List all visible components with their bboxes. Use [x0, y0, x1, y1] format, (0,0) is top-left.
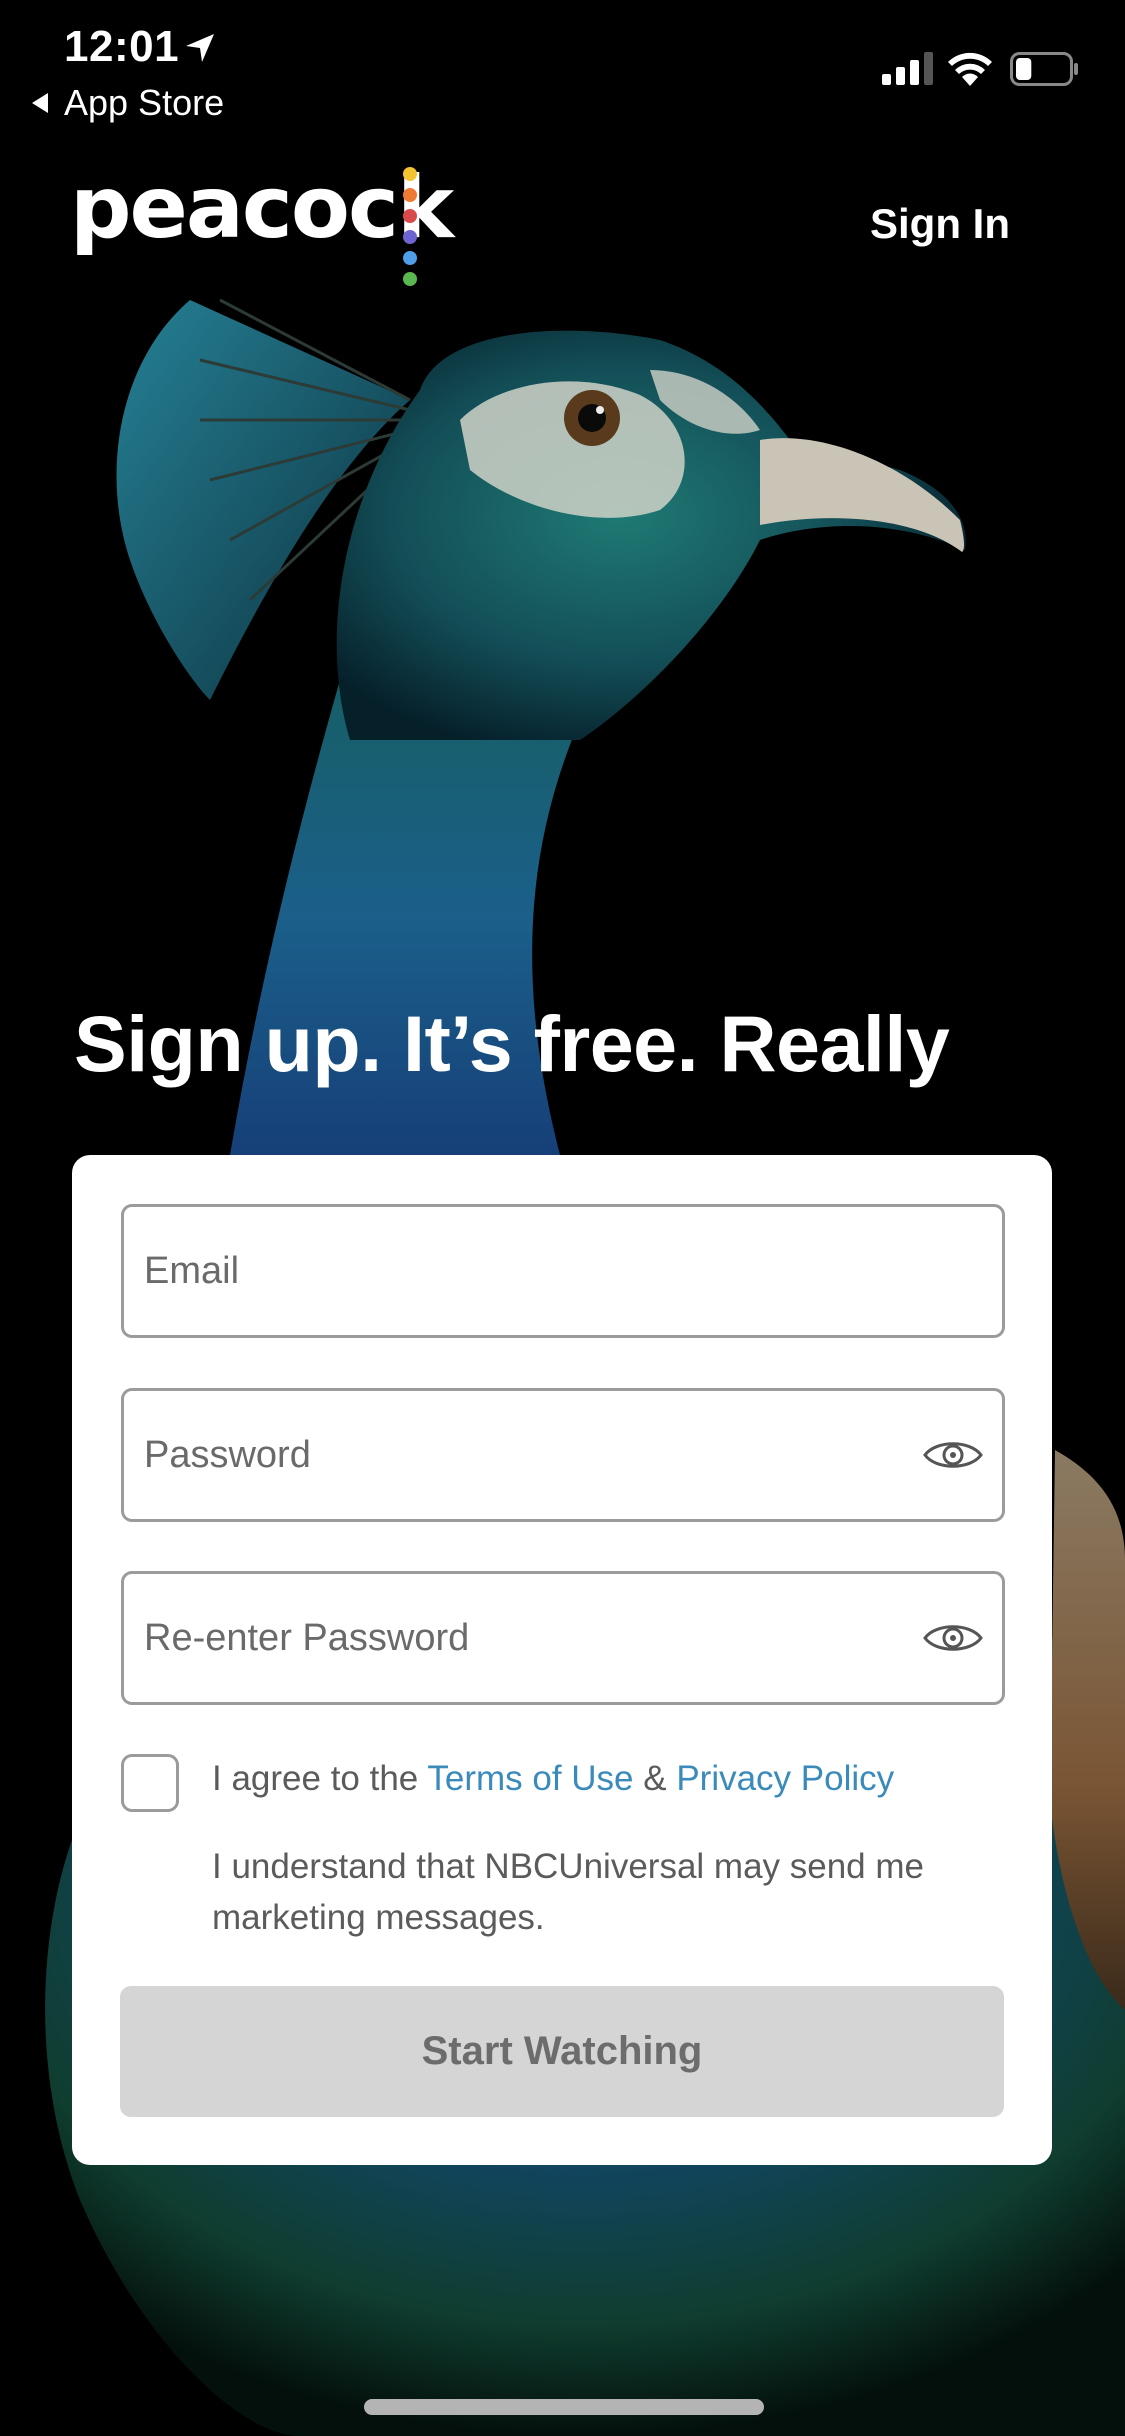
- wifi-icon: [948, 52, 992, 86]
- signup-card: I agree to the Terms of Use & Privacy Po…: [72, 1155, 1052, 2165]
- brand-dots: [403, 167, 417, 293]
- agree-joiner: &: [633, 1759, 677, 1798]
- peacock-logo: peacock: [70, 165, 454, 293]
- home-indicator[interactable]: [364, 2399, 764, 2415]
- brand-wordmark: peacock: [70, 158, 454, 258]
- privacy-policy-link[interactable]: Privacy Policy: [676, 1759, 894, 1798]
- show-confirm-password-eye-icon[interactable]: [922, 1620, 984, 1656]
- page-headline: Sign up. It’s free. Really: [74, 999, 950, 1088]
- show-password-eye-icon[interactable]: [922, 1437, 984, 1473]
- brand-dot: [403, 167, 417, 181]
- back-to-app-store-button[interactable]: App Store: [32, 82, 224, 124]
- battery-icon: [1010, 52, 1078, 86]
- brand-dot: [403, 272, 417, 286]
- marketing-notice: I understand that NBCUniversal may send …: [212, 1847, 924, 1937]
- terms-of-use-link[interactable]: Terms of Use: [427, 1759, 633, 1798]
- confirm-password-field[interactable]: [121, 1571, 1005, 1705]
- confirm-password-input[interactable]: [144, 1574, 904, 1702]
- email-input[interactable]: [144, 1207, 904, 1335]
- agree-prefix: I agree to the: [212, 1759, 428, 1798]
- sign-in-link[interactable]: Sign In: [870, 200, 1010, 248]
- start-watching-button[interactable]: Start Watching: [120, 1986, 1004, 2117]
- brand-dot: [403, 209, 417, 223]
- location-arrow-icon: [186, 34, 214, 62]
- password-field[interactable]: [121, 1388, 1005, 1522]
- brand-dot: [403, 230, 417, 244]
- brand-dot: [403, 251, 417, 265]
- agree-checkbox[interactable]: [121, 1754, 179, 1812]
- cellular-signal-icon: [882, 52, 933, 85]
- password-input[interactable]: [144, 1391, 904, 1519]
- agree-label: I agree to the Terms of Use & Privacy Po…: [212, 1759, 894, 1799]
- back-triangle-icon: [32, 93, 48, 113]
- status-time: 12:01: [64, 22, 180, 71]
- email-field[interactable]: [121, 1204, 1005, 1338]
- back-app-label: App Store: [64, 82, 225, 123]
- brand-dot: [403, 188, 417, 202]
